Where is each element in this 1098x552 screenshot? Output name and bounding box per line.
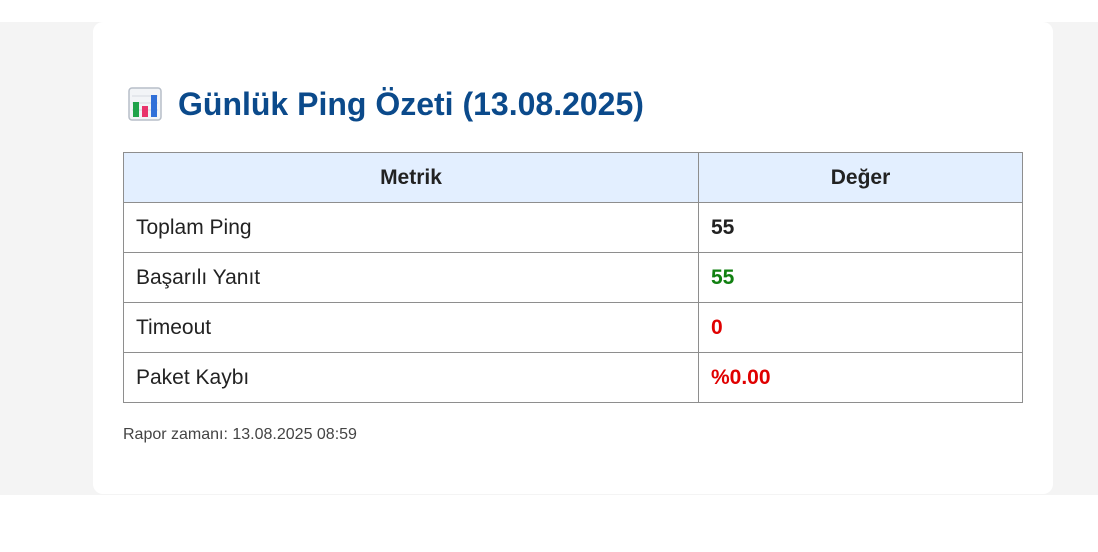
metric-name: Timeout [123,302,699,353]
column-header-metric: Metrik [123,152,699,203]
metric-name: Paket Kaybı [123,352,699,403]
metric-name: Toplam Ping [123,202,699,253]
metric-name: Başarılı Yanıt [123,252,699,303]
report-timestamp: Rapor zamanı: 13.08.2025 08:59 [123,426,357,443]
bar-chart-icon [128,87,162,121]
table-header-row: Metrik Değer [123,152,1023,203]
report-card: Günlük Ping Özeti (13.08.2025) Metrik De… [93,22,1053,494]
title-row: Günlük Ping Özeti (13.08.2025) [128,86,644,122]
ping-summary-table: Metrik Değer Toplam Ping 55 Başarılı Yan… [123,152,1023,403]
table-row: Timeout 0 [123,302,1023,353]
metric-value: 55 [698,202,1023,253]
table-row: Paket Kaybı %0.00 [123,352,1023,403]
page-title: Günlük Ping Özeti (13.08.2025) [178,86,644,122]
metric-value: 55 [698,252,1023,303]
table-row: Başarılı Yanıt 55 [123,252,1023,303]
metric-value: 0 [698,302,1023,353]
table-row: Toplam Ping 55 [123,202,1023,253]
metric-value: %0.00 [698,352,1023,403]
column-header-value: Değer [698,152,1023,203]
